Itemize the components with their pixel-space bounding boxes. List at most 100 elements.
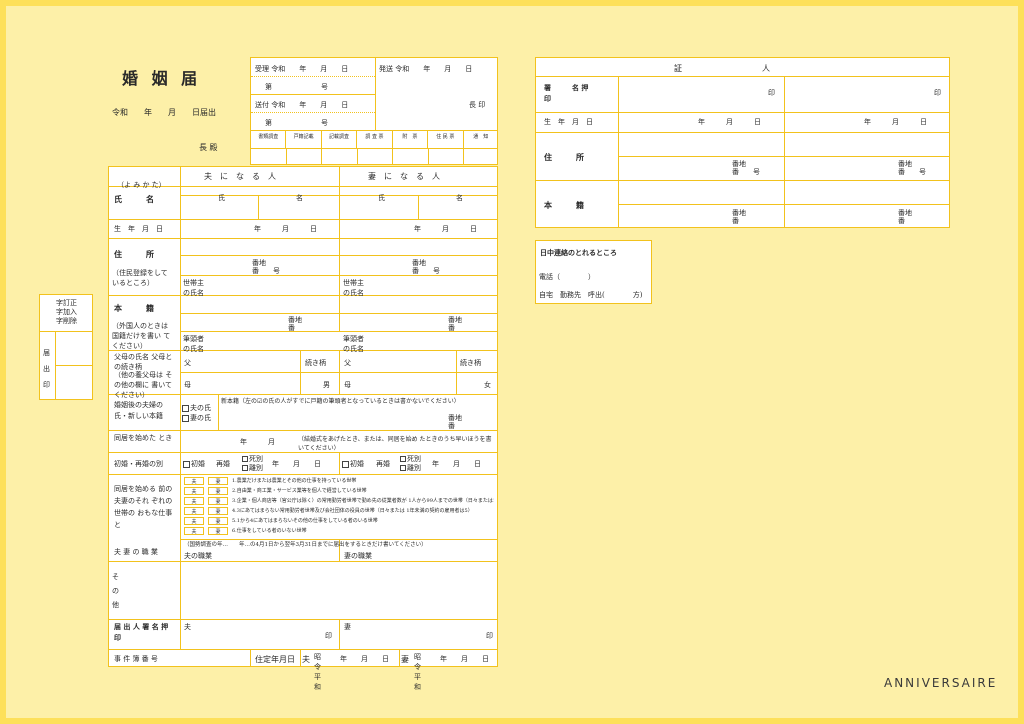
husband-work-box[interactable]: 夫 <box>184 477 204 485</box>
wife-remarriage-date: 年 月 日 <box>432 460 481 468</box>
wife-work-box[interactable]: 妻 <box>208 517 228 525</box>
husband-work-box[interactable]: 夫 <box>184 497 204 505</box>
wife-job: 妻の職業 <box>344 552 372 560</box>
wife-ban: 番 号 <box>412 267 440 275</box>
contact-box: 日中連絡のとれるところ 電話（ ） 自宅 勤務先 呼出( 方) <box>535 240 652 304</box>
husband-honseki-ban: 番 <box>288 324 295 332</box>
husband-first-marriage[interactable]: 初婚 <box>183 459 205 469</box>
first-label: 初婚 <box>191 460 205 468</box>
cohab-note: （結婚式をあげたとき、または、同居を始め たときのうち早いほうを書いてください） <box>298 436 492 452</box>
contact-title: 日中連絡のとれるところ <box>540 248 617 257</box>
husband-divorced[interactable]: 離別 <box>242 463 263 473</box>
wife-divorced[interactable]: 離別 <box>400 463 421 473</box>
husband-head: 筆頭者 の氏名 <box>183 335 204 353</box>
cohab-label: 同居を始めた とき <box>114 434 173 442</box>
wife-surname-label: 妻の氏 <box>190 414 211 422</box>
checkbox-icon <box>242 456 248 462</box>
wife-relation: 続き柄 <box>460 359 481 367</box>
cohab-ym: 年 月 <box>240 438 275 446</box>
wife-work-box[interactable]: 妻 <box>208 527 228 535</box>
addressee: 長 殿 <box>199 143 218 152</box>
husband-era: 昭令 平和 <box>314 653 321 691</box>
wife-birth: 年 月 日 <box>414 225 477 233</box>
other-label: そ の 他 <box>112 573 119 609</box>
witness-sign-label: 署 名 押 印 <box>544 83 610 104</box>
brand-logo: ANNIVERSAIRE <box>884 676 998 690</box>
birth-label: 生 年 月 日 <box>114 225 163 233</box>
seal-label: 届 出 印 <box>43 349 50 389</box>
witness1-ban: 番 号 <box>732 168 760 176</box>
wife-surname-option[interactable]: 妻の氏 <box>182 413 211 423</box>
contact-phone: 電話（ ） <box>539 273 595 281</box>
witness2-seal: 印 <box>934 89 941 97</box>
office-use-box: 受理 令和 年 月 日 第 号 送付 令和 年 月 日 第 号 発送 令和 年 … <box>250 57 498 165</box>
wife-work-box[interactable]: 妻 <box>208 487 228 495</box>
first-label: 初婚 <box>350 460 364 468</box>
witness2-honseki-ban: 番 <box>898 217 905 225</box>
marriage-count-label: 初婚・再婚の別 <box>114 460 163 468</box>
witness1-seal: 印 <box>768 89 775 97</box>
wife-column-header: 妻 に な る 人 <box>368 172 440 181</box>
wife-work-box[interactable]: 妻 <box>208 477 228 485</box>
work-label: 同居を始める 前の夫妻のそれ ぞれの世帯の おもな仕事と <box>114 485 173 529</box>
contact-place: 自宅 勤務先 呼出( 方) <box>539 291 643 299</box>
wife-fixed-date: 年 月 日 <box>440 655 489 663</box>
dispatch-date: 発送 令和 年 月 日 <box>379 65 473 73</box>
case-number-label: 事 件 簿 番 号 <box>114 655 158 663</box>
census-note: （国勢調査の年… 年…の4月1日から翌年3月31日までに届出をするときだけ書いて… <box>184 542 427 548</box>
checkbox-icon <box>400 456 406 462</box>
wife-given: 名 <box>456 194 463 202</box>
occupation-label: 夫 妻 の 職 業 <box>114 548 158 556</box>
wife-head: 筆頭者 の氏名 <box>343 335 364 353</box>
reading-label: （よ み か た） <box>117 181 166 189</box>
witness-address-label: 住 所 <box>544 152 584 162</box>
husband-work-box[interactable]: 夫 <box>184 517 204 525</box>
wife-work-box[interactable]: 妻 <box>208 507 228 515</box>
checkbox-icon <box>342 460 349 468</box>
wife-remarriage: 再婚 <box>376 460 390 468</box>
work-item: 夫妻 2.自由業・商工業・サービス業等を個人で経営している世帯 <box>182 486 496 496</box>
husband-job: 夫の職業 <box>184 552 212 560</box>
husband-surname-label: 夫の氏 <box>190 404 211 412</box>
husband-relation: 続き柄 <box>305 359 326 367</box>
husband-column-header: 夫 に な る 人 <box>204 172 276 181</box>
checkbox-icon <box>242 465 248 471</box>
divorced-label: 離別 <box>407 464 421 472</box>
husband-remarriage: 再婚 <box>216 460 230 468</box>
sent-number: 第 号 <box>265 119 328 127</box>
correction-stamp-box: 字訂正 字加入 字削除 届 出 印 <box>39 294 93 400</box>
work-item: 夫妻 1.農業だけまたは農業とその他の仕事を持っている世帯 <box>182 476 496 486</box>
check-cell: 書類調査 <box>251 131 287 148</box>
honseki-note: （外国人のときは 国籍だけを書い てください） <box>112 322 171 350</box>
bereaved-label: 死別 <box>407 455 421 463</box>
witness-birth-label: 生 年 月 日 <box>544 118 593 126</box>
witness2-birth: 年 月 日 <box>864 118 927 126</box>
parents-note: （他の養父母は その他の欄に 書いてください） <box>114 371 173 399</box>
wife-work-box[interactable]: 妻 <box>208 497 228 505</box>
wife-era: 昭令 平和 <box>414 653 421 691</box>
wife-daughter: 女 <box>484 381 491 389</box>
correction-3: 字削除 <box>56 317 77 325</box>
husband-ban: 番 号 <box>252 267 280 275</box>
divorced-label: 離別 <box>249 464 263 472</box>
husband-surname: 氏 <box>218 194 225 202</box>
check-cell: 通 知 <box>473 134 489 140</box>
husband-surname-option[interactable]: 夫の氏 <box>182 403 211 413</box>
check-cell: 住 民 票 <box>428 131 464 148</box>
wife-fixed-label: 妻 <box>401 655 409 664</box>
work-item-text: 1.農業だけまたは農業とその他の仕事を持っている世帯 <box>232 478 357 484</box>
witness1-birth: 年 月 日 <box>698 118 761 126</box>
husband-fixed-label: 夫 <box>302 655 310 664</box>
new-honseki-ban: 番 <box>448 422 455 430</box>
witness1-honseki-ban: 番 <box>732 217 739 225</box>
husband-work-box[interactable]: 夫 <box>184 487 204 495</box>
work-item: 夫妻 5.1から4にあてはまらないその他の仕事をしている者のいる世帯 <box>182 516 496 526</box>
chief-seal: 長 印 <box>469 101 486 109</box>
husband-householder: 世帯主 の氏名 <box>183 279 204 297</box>
husband-work-box[interactable]: 夫 <box>184 507 204 515</box>
husband-birth: 年 月 日 <box>254 225 317 233</box>
wife-first-marriage[interactable]: 初婚 <box>342 459 364 469</box>
witness-box: 証 人 署 名 押 印 印 印 生 年 月 日 年 月 日 年 月 日 住 所 … <box>535 57 950 228</box>
check-cell: 附 票 <box>393 131 429 148</box>
husband-work-box[interactable]: 夫 <box>184 527 204 535</box>
